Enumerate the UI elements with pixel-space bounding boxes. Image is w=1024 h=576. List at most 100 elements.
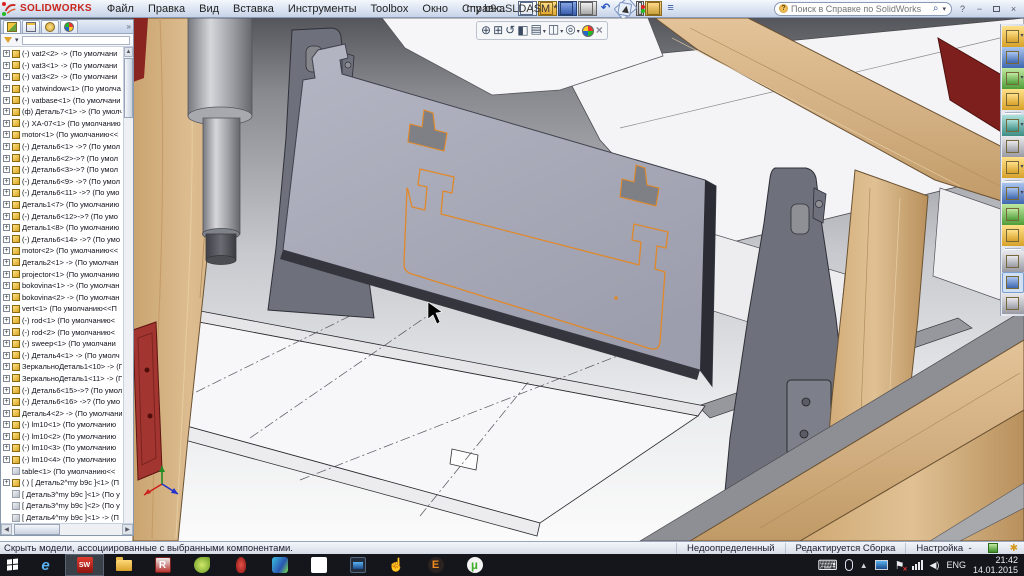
taskbar-utorrent-icon[interactable]: µ xyxy=(455,554,494,576)
display-icon[interactable] xyxy=(875,560,888,570)
zoom-to-area-icon[interactable]: ⊞ xyxy=(493,22,503,39)
expand-toggle-icon[interactable]: + xyxy=(3,155,10,162)
tree-item[interactable]: + ЗеркальноДеталь1<10> -> (П xyxy=(1,361,122,373)
taskbar-hand-cursor-app-icon[interactable]: ☝ xyxy=(377,554,416,576)
tree-item[interactable]: + (-) Деталь6<15>->? (По умол xyxy=(1,384,122,396)
tree-item[interactable]: + (-) Деталь6<2>->? (По умол xyxy=(1,152,122,164)
file-properties-icon[interactable] xyxy=(645,1,662,16)
taskbar-file-explorer-icon[interactable] xyxy=(104,554,143,576)
expand-toggle-icon[interactable]: + xyxy=(3,317,10,324)
filter-funnel-icon[interactable] xyxy=(4,37,12,43)
tab-property-manager[interactable] xyxy=(22,20,40,33)
restore-button[interactable] xyxy=(990,3,1003,15)
exploded-view-icon[interactable] xyxy=(1002,251,1024,272)
expand-toggle-icon[interactable]: + xyxy=(3,236,10,243)
language-indicator[interactable]: ENG xyxy=(946,560,966,570)
close-icon[interactable]: × xyxy=(596,22,603,39)
menu-item[interactable]: Вставка xyxy=(226,2,281,16)
expand-toggle-icon[interactable]: + xyxy=(3,340,10,347)
tree-item[interactable]: + (-) Деталь6<16> ->? (По умо xyxy=(1,396,122,408)
expand-toggle-icon[interactable] xyxy=(3,514,10,521)
scroll-right-icon[interactable]: ▶ xyxy=(122,524,133,535)
expand-toggle-icon[interactable] xyxy=(3,502,10,509)
expand-toggle-icon[interactable] xyxy=(3,491,10,498)
tree-item[interactable]: + Деталь2<1> -> (По умолчан xyxy=(1,257,122,269)
tabs-overflow-icon[interactable]: » xyxy=(127,21,131,33)
tab-display-manager[interactable] xyxy=(60,20,78,33)
menu-item[interactable]: Toolbox xyxy=(364,2,416,16)
view-orientation-icon[interactable]: ▤ xyxy=(531,21,546,41)
tree-item[interactable]: + (-) Деталь6<9> ->? (По умол xyxy=(1,176,122,188)
expand-toggle-icon[interactable]: + xyxy=(3,456,10,463)
taskbar-tv-app-icon[interactable] xyxy=(338,554,377,576)
menu-item[interactable]: Инструменты xyxy=(281,2,364,16)
mate-icon[interactable] xyxy=(1002,47,1024,68)
expand-toggle-icon[interactable]: + xyxy=(3,247,10,254)
menu-item[interactable]: Вид xyxy=(192,2,226,16)
print-icon[interactable] xyxy=(578,1,597,16)
expand-toggle-icon[interactable]: + xyxy=(3,97,10,104)
zoom-to-fit-icon[interactable]: ⊕ xyxy=(481,22,491,39)
action-center-flag-icon[interactable]: ⚑ xyxy=(895,559,905,572)
menu-item[interactable]: Правка xyxy=(141,2,192,16)
tree-item[interactable]: + bokovina<1> -> (По умолчан xyxy=(1,280,122,292)
expand-toggle-icon[interactable]: + xyxy=(3,398,10,405)
volume-icon[interactable]: ◀) xyxy=(930,560,940,571)
new-motion-study-icon[interactable] xyxy=(1002,204,1024,225)
expand-toggle-icon[interactable]: + xyxy=(3,50,10,57)
menu-item[interactable]: Справка xyxy=(455,2,512,16)
expand-toggle-icon[interactable]: + xyxy=(3,201,10,208)
rebuild-icon[interactable] xyxy=(636,1,644,16)
filter-field[interactable] xyxy=(22,36,130,45)
scroll-left-icon[interactable]: ◀ xyxy=(1,524,12,535)
expand-toggle-icon[interactable]: + xyxy=(3,329,10,336)
insert-component-icon[interactable] xyxy=(1002,26,1024,47)
expand-toggle-icon[interactable]: + xyxy=(3,271,10,278)
tree-item[interactable]: + Деталь1<8> (По умолчанию xyxy=(1,222,122,234)
tree-item[interactable]: + (-) Деталь6<14> ->? (По умо xyxy=(1,234,122,246)
taskbar-r-block-app-icon[interactable]: R xyxy=(143,554,182,576)
tree-item[interactable]: + motor<2> (По умолчанию<< xyxy=(1,245,122,257)
taskbar-office-grid-icon[interactable] xyxy=(299,554,338,576)
expand-toggle-icon[interactable]: + xyxy=(3,120,10,127)
expand-toggle-icon[interactable]: + xyxy=(3,85,10,92)
close-button[interactable]: × xyxy=(1007,3,1020,15)
expand-toggle-icon[interactable]: + xyxy=(3,294,10,301)
tree-item[interactable]: + motor<1> (По умолчанию<< xyxy=(1,129,122,141)
expand-toggle-icon[interactable]: + xyxy=(3,143,10,150)
tree-item[interactable]: + (-) ХА-07<1> (По умолчанию xyxy=(1,118,122,130)
assembly-features-icon[interactable] xyxy=(1002,157,1024,178)
tree-item[interactable]: + (-) Деталь6<3>->? (По умол xyxy=(1,164,122,176)
expand-toggle-icon[interactable]: + xyxy=(3,282,10,289)
expand-toggle-icon[interactable]: + xyxy=(3,178,10,185)
tree-item[interactable]: + ( ) [ Деталь2^my b9c ]<1> (П xyxy=(1,477,122,489)
tree-item[interactable]: [ Деталь3^my b9c ]<1> (По у xyxy=(1,489,122,501)
tree-item[interactable]: + (-) vat3<2> -> (По умолчани xyxy=(1,71,122,83)
large-assembly-mode-icon[interactable] xyxy=(1002,293,1024,314)
edit-appearance-icon[interactable] xyxy=(582,25,594,37)
keyboard-icon[interactable]: ⌨ xyxy=(818,557,838,574)
tree-item[interactable]: + bokovina<2> -> (По умолчан xyxy=(1,291,122,303)
expand-toggle-icon[interactable]: + xyxy=(3,259,10,266)
help-button[interactable]: ? xyxy=(956,3,969,15)
expand-toggle-icon[interactable]: + xyxy=(3,375,10,382)
expand-toggle-icon[interactable]: + xyxy=(3,213,10,220)
hide-show-items-icon[interactable]: ◎ xyxy=(565,21,580,41)
menu-item[interactable]: Файл xyxy=(100,2,141,16)
expand-toggle-icon[interactable]: + xyxy=(3,352,10,359)
taskbar-media-app-icon[interactable] xyxy=(260,554,299,576)
expand-toggle-icon[interactable]: + xyxy=(3,363,10,370)
tree-item[interactable]: + (-) lm10<2> (По умолчанию xyxy=(1,431,122,443)
tree-item[interactable]: + (-) rod<1> (По умолчанию< xyxy=(1,315,122,327)
tree-item[interactable]: + (-) lm10<4> (По умолчанию xyxy=(1,454,122,466)
search-input[interactable] xyxy=(791,4,930,14)
tree-item[interactable]: + (-) vat2<2> -> (По умолчани xyxy=(1,48,122,60)
tree-item[interactable]: + (ф) Деталь7<1> -> (По умолч xyxy=(1,106,122,118)
start-button[interactable] xyxy=(0,554,26,576)
tree-item[interactable]: + (-) rod<2> (По умолчанию< xyxy=(1,326,122,338)
options-icon[interactable]: ≡ xyxy=(663,2,678,15)
previous-view-icon[interactable]: ↺ xyxy=(505,22,515,39)
expand-toggle-icon[interactable]: + xyxy=(3,433,10,440)
tab-configuration-manager[interactable] xyxy=(41,20,59,33)
tree-item[interactable]: + (-) vatwindow<1> (По умолча xyxy=(1,83,122,95)
